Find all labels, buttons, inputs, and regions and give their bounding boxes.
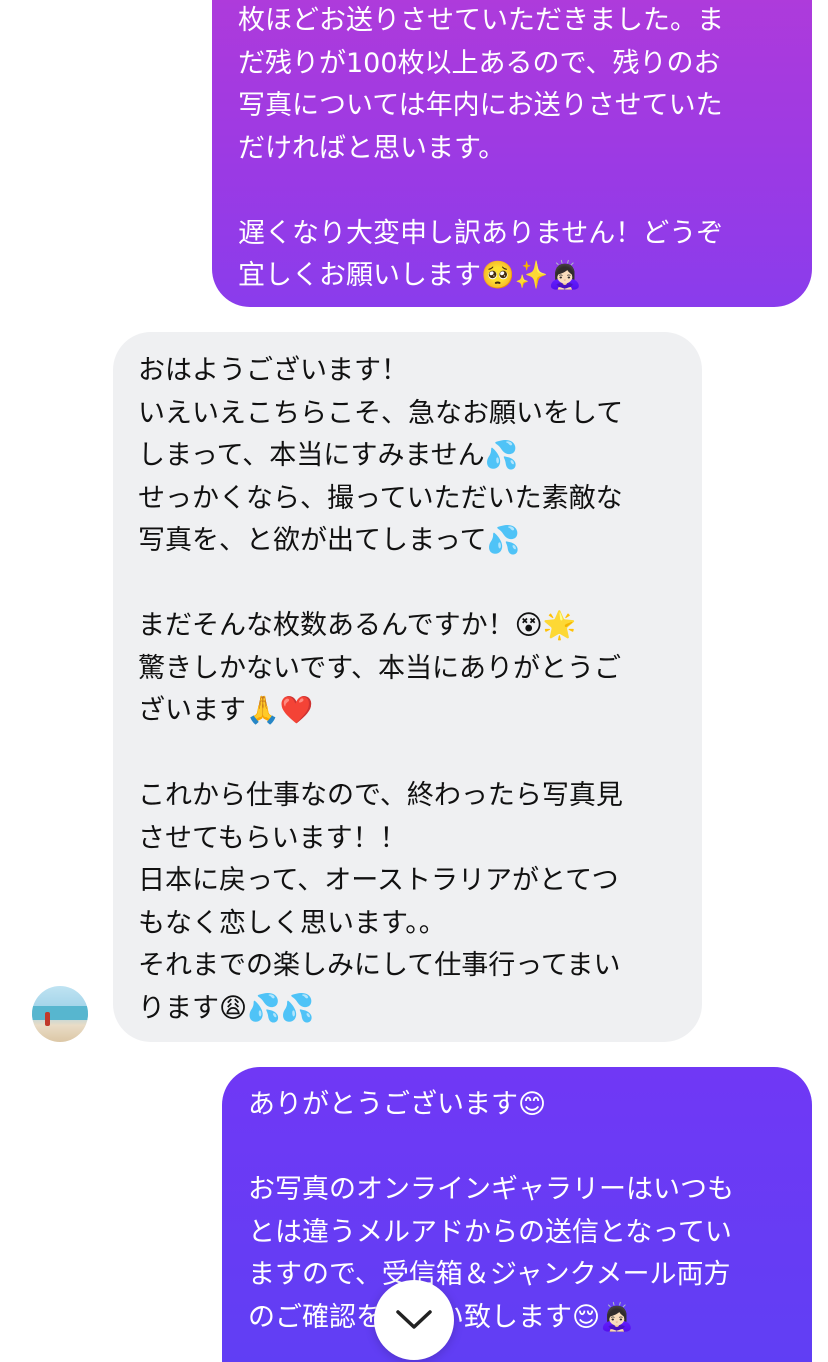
message-line [238,170,784,213]
message-line: いえいえこちらこそ、急なお願いをして [138,397,624,429]
message-line: せっかくなら、撮っていただいた素敵な [138,482,623,514]
message-line: ります😩💦💦 [138,992,315,1024]
message-line: させてもらいます！！ [138,822,407,854]
message-line: それまでの楽しみにして仕事行ってまい [138,950,621,981]
message-line: 写真を、と欲が出てしまって💦 [138,525,521,556]
message-line: しまって、本当にすみません💦 [138,440,519,471]
message-line: 日本に戻って、オーストラリアがとてつ [138,865,619,896]
message-line: 遅くなり大変申し訳ありません！どうぞ [238,217,724,249]
scroll-to-bottom-button[interactable] [374,1280,454,1360]
message-line: 宜しくお願いします🥺✨🙇🏻‍♀️ [238,260,582,291]
chevron-down-icon [396,1310,432,1329]
message-line: これから仕事なので、終わったら写真見 [138,780,623,811]
message-line: とは違うメルアドからの送信となってい [248,1216,732,1248]
message-line: ざいます🙏❤️ [138,695,314,726]
message-line: おはようございます！ [138,355,408,386]
message-line [138,733,678,776]
message-line: ありがとうございます😊 [248,1089,547,1120]
message-line: ますので、受信箱＆ジャンクメール両方 [248,1259,731,1290]
message-line: 驚きしかないです、本当にありがとうご [138,652,622,684]
message-line [248,1127,788,1170]
avatar-figure [45,1012,50,1026]
avatar-sea [32,1006,88,1020]
message-line: だければと思います。 [238,132,506,164]
message-line: お写真のオンラインギャラリーはいつも [248,1174,734,1205]
avatar[interactable] [32,986,88,1042]
message-line: だ残りが100枚以上あるので、残りのお [238,47,721,79]
message-line: 枚ほどお送りさせていただきました。ま [238,5,724,36]
outgoing-message-bubble[interactable]: ありがとうございます😊 お写真のオンラインギャラリーはいつも とは違うメルアドか… [222,1067,812,1362]
message-line: のご確認をお願い致します😌🙇🏻‍♀️ [248,1297,788,1340]
message-line [138,563,678,606]
chat-thread: 枚ほどお送りさせていただきました。ま だ残りが100枚以上あるので、残りのお 写… [0,0,828,1362]
message-line: もなく恋しく思います。。 [138,907,446,939]
message-line: 写真については年内にお送りさせていた [238,90,723,121]
outgoing-message-bubble[interactable]: 枚ほどお送りさせていただきました。ま だ残りが100枚以上あるので、残りのお 写… [212,0,812,307]
incoming-message-bubble[interactable]: おはようございます！ いえいえこちらこそ、急なお願いをして しまって、本当にすみ… [113,332,702,1042]
message-line: まだそんな枚数あるんですか！😵🌟 [138,610,577,641]
